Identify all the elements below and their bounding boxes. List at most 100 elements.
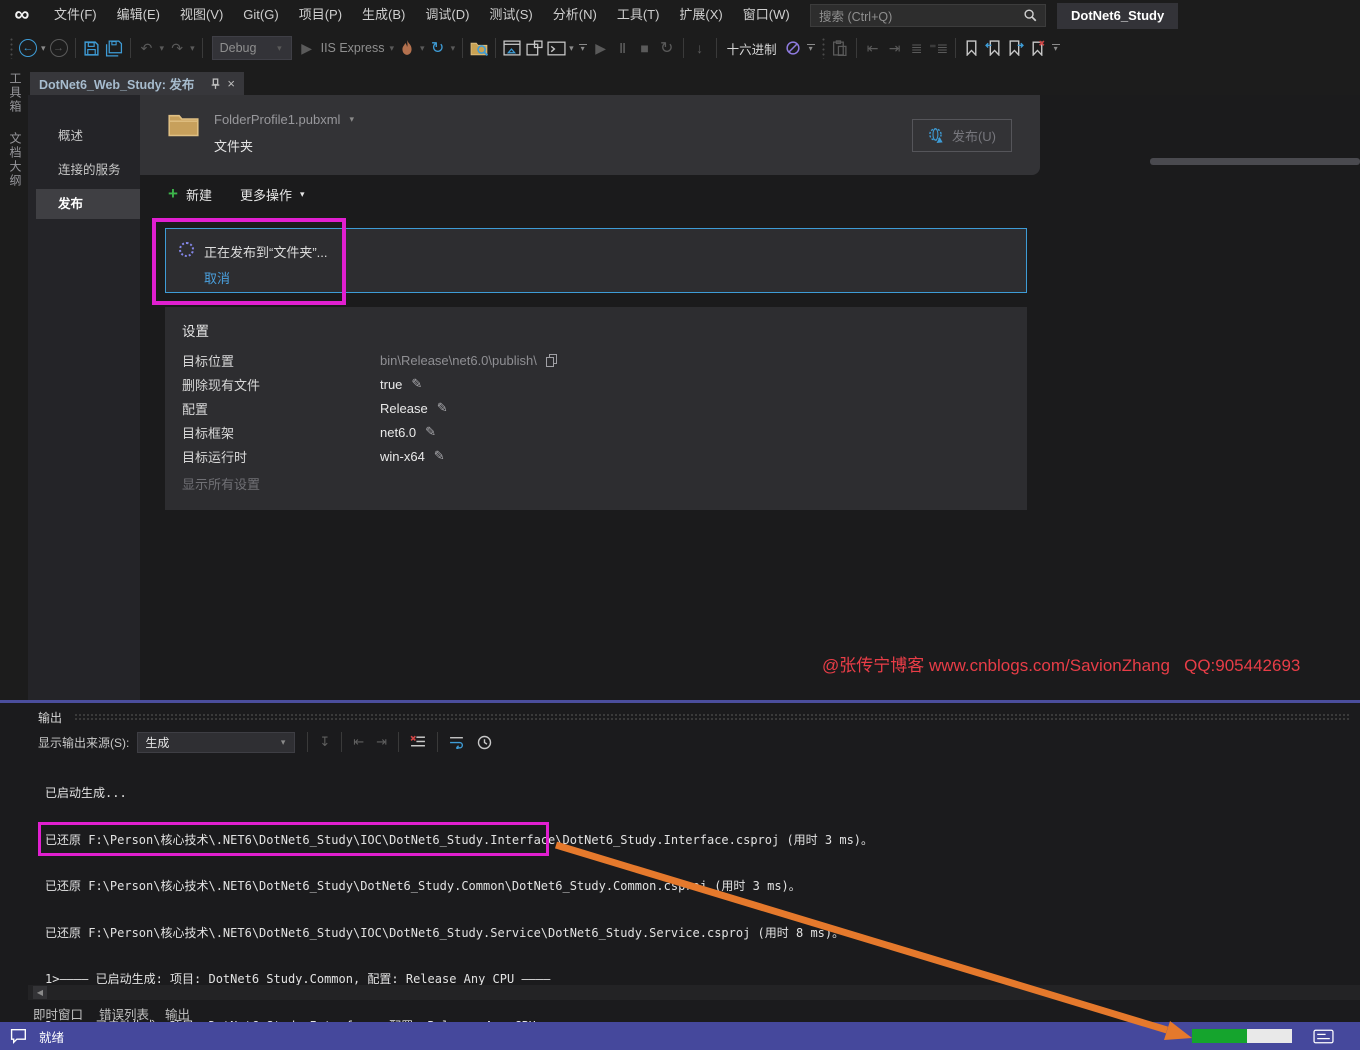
edit-pencil-icon[interactable]: ✎ xyxy=(437,400,448,416)
new-profile-button[interactable]: 新建 xyxy=(186,185,212,204)
hot-reload-icon[interactable] xyxy=(396,35,418,61)
setting-row-delete-existing: 删除现有文件 true ✎ xyxy=(182,372,422,396)
document-outline-tab[interactable]: 文档大纲 xyxy=(7,132,24,188)
redo-button[interactable]: ↷ xyxy=(166,35,188,61)
menu-window[interactable]: 窗口(W) xyxy=(733,0,800,30)
step-over-button[interactable]: ↓ xyxy=(689,35,711,61)
quick-search-input[interactable]: 搜索 (Ctrl+Q) xyxy=(810,4,1046,27)
output-horizontal-scrollbar[interactable]: ◀ xyxy=(28,985,1360,1000)
new-window-icon[interactable] xyxy=(523,35,545,61)
publish-globe-icon xyxy=(928,127,945,144)
output-line: 已启动生成... xyxy=(45,786,873,802)
edit-pencil-icon[interactable]: ✎ xyxy=(425,424,436,440)
run-button[interactable]: ▶ xyxy=(590,35,612,61)
uncomment-icon[interactable]: ⁼≣ xyxy=(928,35,950,61)
bookmark-overflow-button[interactable]: ▾ xyxy=(1052,44,1060,52)
clear-output-icon[interactable] xyxy=(410,735,426,749)
scrollbar-thumb[interactable] xyxy=(1150,158,1360,165)
menu-debug[interactable]: 调试(D) xyxy=(415,0,479,30)
search-placeholder: 搜索 (Ctrl+Q) xyxy=(811,6,1023,25)
save-button[interactable] xyxy=(81,35,103,61)
terminal-icon[interactable] xyxy=(545,35,567,61)
nav-overview[interactable]: 概述 xyxy=(28,121,140,151)
menu-test[interactable]: 测试(S) xyxy=(479,0,542,30)
folder-icon xyxy=(167,111,200,138)
panel-drag-handle[interactable] xyxy=(74,713,1350,722)
next-bookmark-icon[interactable] xyxy=(1005,35,1027,61)
menu-extensions[interactable]: 扩展(X) xyxy=(669,0,732,30)
profile-selector[interactable]: FolderProfile1.pubxml ▾ xyxy=(214,112,356,127)
terminal-caret-icon[interactable]: ▾ xyxy=(567,43,576,54)
restart-application-button[interactable]: ↻ xyxy=(427,35,449,61)
toolbar-grip[interactable] xyxy=(9,37,14,59)
goto-message-icon[interactable]: ↧ xyxy=(319,734,330,750)
nav-publish[interactable]: 发布 xyxy=(36,189,140,219)
timestamp-icon[interactable] xyxy=(477,735,492,750)
hex-display-toggle[interactable]: 十六进制 xyxy=(722,39,782,58)
navigate-forward-button[interactable]: → xyxy=(48,35,70,61)
feedback-icon[interactable] xyxy=(10,1028,29,1044)
search-icon[interactable] xyxy=(1023,8,1038,23)
pin-icon[interactable] xyxy=(210,78,221,90)
previous-bookmark-icon[interactable] xyxy=(983,35,1005,61)
solution-explorer-icon[interactable] xyxy=(501,35,523,61)
pause-button[interactable]: ‖ xyxy=(612,35,634,61)
separator xyxy=(202,38,203,58)
toolbar-overflow-button[interactable]: ▾ xyxy=(579,44,587,52)
show-all-settings-link[interactable]: 显示所有设置 xyxy=(182,474,260,493)
copy-icon[interactable] xyxy=(546,354,557,367)
close-tab-icon[interactable]: × xyxy=(227,76,235,91)
edit-pencil-icon[interactable]: ✎ xyxy=(434,448,445,464)
toggle-bookmark-icon[interactable] xyxy=(961,35,983,61)
solution-configuration-dropdown[interactable]: Debug ▾ xyxy=(212,36,292,60)
menu-build[interactable]: 生成(B) xyxy=(352,0,415,30)
previous-message-icon[interactable]: ⇤ xyxy=(353,734,364,750)
setting-value: win-x64 xyxy=(380,449,425,464)
decrease-indent-icon[interactable]: ⇤ xyxy=(862,35,884,61)
document-tab[interactable]: DotNet6_Web_Study: 发布 × xyxy=(30,72,244,95)
menu-file[interactable]: 文件(F) xyxy=(44,0,107,30)
toolbar-grip[interactable] xyxy=(821,37,826,59)
comment-icon[interactable]: ≣ xyxy=(906,35,928,61)
menu-project[interactable]: 项目(P) xyxy=(289,0,352,30)
run-target-label[interactable]: IIS Express xyxy=(318,41,388,55)
undo-dropdown-caret-icon[interactable]: ▾ xyxy=(158,43,167,54)
next-message-icon[interactable]: ⇥ xyxy=(376,734,387,750)
redo-dropdown-caret-icon[interactable]: ▾ xyxy=(188,43,197,54)
more-actions-caret-icon: ▾ xyxy=(298,189,307,200)
menu-git[interactable]: Git(G) xyxy=(233,0,288,30)
diagnostics-icon[interactable] xyxy=(782,35,804,61)
background-tasks-icon[interactable] xyxy=(1313,1029,1334,1044)
scroll-left-icon[interactable]: ◀ xyxy=(33,986,47,999)
menu-view[interactable]: 视图(V) xyxy=(170,0,233,30)
clear-bookmarks-icon[interactable] xyxy=(1027,35,1049,61)
word-wrap-icon[interactable] xyxy=(449,735,465,749)
paste-icon[interactable] xyxy=(829,35,851,61)
hot-reload-caret-icon[interactable]: ▾ xyxy=(418,43,427,54)
toolbox-tab[interactable]: 工具箱 xyxy=(7,72,24,114)
output-panel-title: 输出 xyxy=(38,709,62,726)
setting-value: bin\Release\net6.0\publish\ xyxy=(380,353,537,368)
restart-caret-icon[interactable]: ▾ xyxy=(449,43,458,54)
output-source-dropdown[interactable]: 生成 ▾ xyxy=(137,732,295,753)
menu-edit[interactable]: 编辑(E) xyxy=(107,0,170,30)
menu-analyze[interactable]: 分析(N) xyxy=(543,0,607,30)
undo-button[interactable]: ↶ xyxy=(136,35,158,61)
nav-connected-services[interactable]: 连接的服务 xyxy=(28,155,140,185)
navigate-back-button[interactable]: ← xyxy=(17,35,39,61)
run-target-caret-icon[interactable]: ▾ xyxy=(388,43,397,54)
chevron-down-icon: ▾ xyxy=(275,43,284,54)
build-progress-bar xyxy=(1192,1029,1292,1043)
debug-overflow-button[interactable]: ▾ xyxy=(807,44,815,52)
stop-button[interactable]: ■ xyxy=(634,35,656,61)
find-in-files-icon[interactable] xyxy=(468,35,490,61)
back-dropdown-caret-icon[interactable]: ▾ xyxy=(39,43,48,54)
save-all-button[interactable] xyxy=(103,35,125,61)
menu-tools[interactable]: 工具(T) xyxy=(607,0,670,30)
restart-button[interactable]: ↻ xyxy=(656,35,678,61)
publish-button[interactable]: 发布(U) xyxy=(912,119,1012,152)
start-debugging-button[interactable]: ▶ xyxy=(296,35,318,61)
more-actions-button[interactable]: 更多操作 ▾ xyxy=(240,185,307,204)
increase-indent-icon[interactable]: ⇥ xyxy=(884,35,906,61)
edit-pencil-icon[interactable]: ✎ xyxy=(411,376,422,392)
